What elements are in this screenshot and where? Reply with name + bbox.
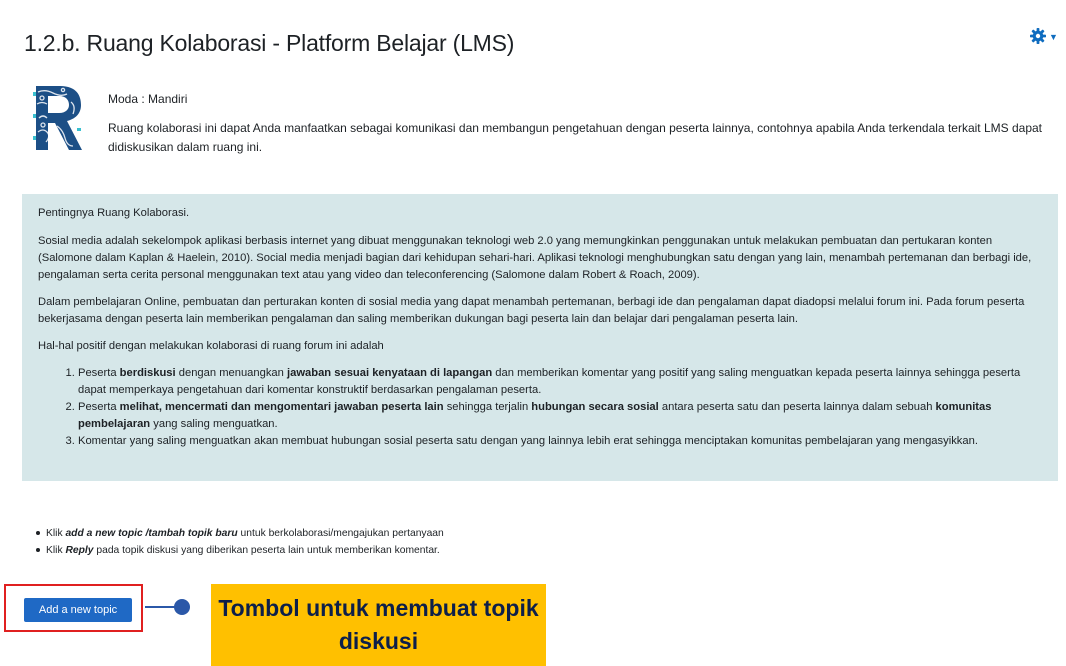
list-item: Komentar yang saling menguatkan akan mem… [78,433,1044,450]
gear-icon[interactable] [1030,28,1046,44]
callout-dot [174,599,190,615]
list-item: Peserta melihat, mencermati dan mengomen… [78,399,1044,433]
benefits-list: Peserta berdiskusi dengan menuangkan jaw… [38,365,1044,450]
list-item: Klik Reply pada topik diskusi yang diber… [36,542,444,559]
panel-paragraph-online-learning: Dalam pembelajaran Online, pembuatan dan… [38,296,1025,325]
panel-heading: Pentingnya Ruang Kolaborasi. [38,207,190,219]
list-item: Klik add a new topic /tambah topik baru … [36,525,444,542]
settings-menu[interactable]: ▼ [1030,26,1064,46]
list-item: Peserta berdiskusi dengan menuangkan jaw… [78,365,1044,399]
course-logo [33,86,82,150]
panel-list-intro: Hal-hal positif dengan melakukan kolabor… [38,340,384,352]
moda-text: Moda : Mandiri [108,92,188,106]
panel-paragraph-social-media: Sosial media adalah sekelompok aplikasi … [38,235,1032,281]
intro-description: Ruang kolaborasi ini dapat Anda manfaatk… [108,121,1042,154]
caret-down-icon[interactable]: ▼ [1049,32,1058,42]
add-new-topic-button[interactable]: Add a new topic [24,598,132,622]
annotation-callout: Tombol untuk membuat topik diskusi [211,584,546,666]
info-panel: Pentingnya Ruang Kolaborasi. Sosial medi… [22,194,1058,481]
instructions-list: Klik add a new topic /tambah topik baru … [36,525,444,559]
page-title: 1.2.b. Ruang Kolaborasi - Platform Belaj… [24,30,515,56]
